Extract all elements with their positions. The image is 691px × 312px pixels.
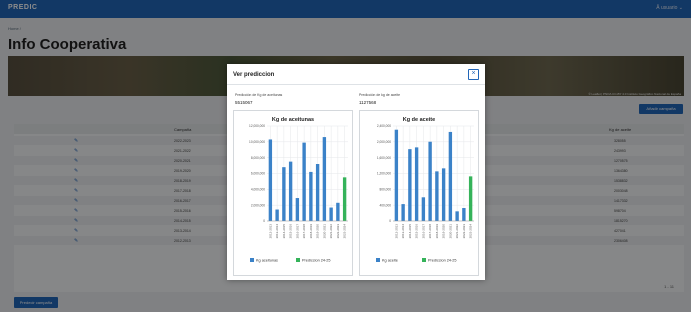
legend-label: Prediccion 24-25 xyxy=(428,259,457,263)
oil-prediction-label: Predicción de kg de aceite xyxy=(359,93,401,97)
chart-bar xyxy=(336,202,340,221)
y-tick-label: 6,000,000 xyxy=(251,172,265,176)
close-icon[interactable]: × xyxy=(468,69,479,80)
x-tick-label: 2012-2013 xyxy=(394,224,398,239)
chart-title: Kg de aceitunas xyxy=(272,117,314,123)
x-tick-label: 2020-2021 xyxy=(448,224,452,239)
y-tick-label: 2,000,000 xyxy=(251,203,265,207)
y-tick-label: 800,000 xyxy=(379,188,391,192)
legend-label: Kg aceitunas xyxy=(256,259,278,263)
x-tick-label: 2015-2016 xyxy=(415,224,419,239)
chart-bar xyxy=(268,139,273,221)
chart-bar xyxy=(468,176,473,221)
oil-chart: Kg de aceite 0 400,000 800,000 1,200,000 1,60… xyxy=(376,117,474,263)
chart-bar xyxy=(394,129,399,221)
legend-swatch xyxy=(422,258,426,262)
chart-bar xyxy=(401,204,405,221)
chart-bar xyxy=(414,147,419,221)
x-tick-label: 2017-2018 xyxy=(302,224,306,239)
modal-title: Ver prediccion xyxy=(233,72,275,78)
chart-bar xyxy=(435,171,439,221)
olive-prediction-value: 5515067 xyxy=(235,100,253,105)
x-tick-label: 2019-2020 xyxy=(442,224,446,239)
y-tick-label: 400,000 xyxy=(379,203,391,207)
x-tick-label: 2014-2015 xyxy=(408,224,412,239)
chart-bar xyxy=(408,149,412,221)
x-tick-label: 2013-2014 xyxy=(275,224,279,239)
olive-chart-card: Kg de aceitunas 0 2,000,000 4,000,000 6,000,… xyxy=(233,110,353,276)
oil-chart-card: Kg de aceite 0 400,000 800,000 1,200,000 1,60… xyxy=(359,110,479,276)
chart-title: Kg de aceite xyxy=(403,117,435,123)
y-tick-label: 0 xyxy=(263,219,265,223)
x-tick-label: 2015-2016 xyxy=(289,224,293,239)
olive-prediction-label: Predicción de Kg de aceitunas xyxy=(235,93,283,97)
y-tick-label: 2,000,000 xyxy=(377,140,391,144)
x-tick-label: 2021-2022 xyxy=(329,224,333,239)
chart-bar xyxy=(421,197,426,221)
y-tick-label: 2,400,000 xyxy=(377,124,391,128)
x-tick-label: 2016-2017 xyxy=(421,224,425,239)
x-tick-label: 2021-2022 xyxy=(455,224,459,239)
y-tick-label: 1,200,000 xyxy=(377,172,391,176)
x-tick-label: 2016-2017 xyxy=(295,224,299,239)
chart-bar xyxy=(309,171,313,221)
chart-bar xyxy=(455,211,459,221)
legend-swatch xyxy=(376,258,380,262)
x-tick-label: 2022-2023 xyxy=(336,224,340,239)
legend-swatch xyxy=(296,258,300,262)
x-tick-label: 2017-2018 xyxy=(428,224,432,239)
chart-bar xyxy=(448,131,453,221)
chart-bar xyxy=(302,142,306,221)
x-tick-label: 2023-2024 xyxy=(343,224,347,239)
prediction-modal: Ver prediccion × Predicción de Kg de ace… xyxy=(227,64,485,280)
y-tick-label: 8,000,000 xyxy=(251,156,265,160)
chart-bar xyxy=(441,168,446,221)
x-tick-label: 2013-2014 xyxy=(401,224,405,239)
x-tick-label: 2018-2019 xyxy=(435,224,439,239)
x-tick-label: 2012-2013 xyxy=(268,224,272,239)
chart-bar xyxy=(428,141,432,221)
x-tick-label: 2022-2023 xyxy=(462,224,466,239)
chart-bar xyxy=(342,177,347,221)
oil-prediction-value: 1127568 xyxy=(359,100,377,105)
y-tick-label: 12,000,000 xyxy=(249,124,265,128)
legend-swatch xyxy=(250,258,254,262)
chart-bar xyxy=(288,161,293,221)
chart-bar xyxy=(295,198,300,221)
y-tick-label: 10,000,000 xyxy=(249,140,265,144)
chart-bar xyxy=(322,137,327,221)
x-tick-label: 2018-2019 xyxy=(309,224,313,239)
x-tick-label: 2019-2020 xyxy=(316,224,320,239)
chart-bar xyxy=(462,208,466,221)
legend-label: Kg aceite xyxy=(382,259,398,263)
x-tick-label: 2020-2021 xyxy=(322,224,326,239)
chart-bar xyxy=(282,167,286,221)
y-tick-label: 0 xyxy=(389,219,391,223)
x-tick-label: 2023-2024 xyxy=(469,224,473,239)
legend-label: Prediccion 24-25 xyxy=(302,259,331,263)
modal-divider xyxy=(227,84,485,85)
olive-chart: Kg de aceitunas 0 2,000,000 4,000,000 6,000,… xyxy=(249,117,348,263)
x-tick-label: 2014-2015 xyxy=(282,224,286,239)
y-tick-label: 4,000,000 xyxy=(251,188,265,192)
y-tick-label: 1,600,000 xyxy=(377,156,391,160)
chart-bar xyxy=(329,207,333,221)
chart-bar xyxy=(275,209,279,221)
chart-bar xyxy=(315,164,320,221)
